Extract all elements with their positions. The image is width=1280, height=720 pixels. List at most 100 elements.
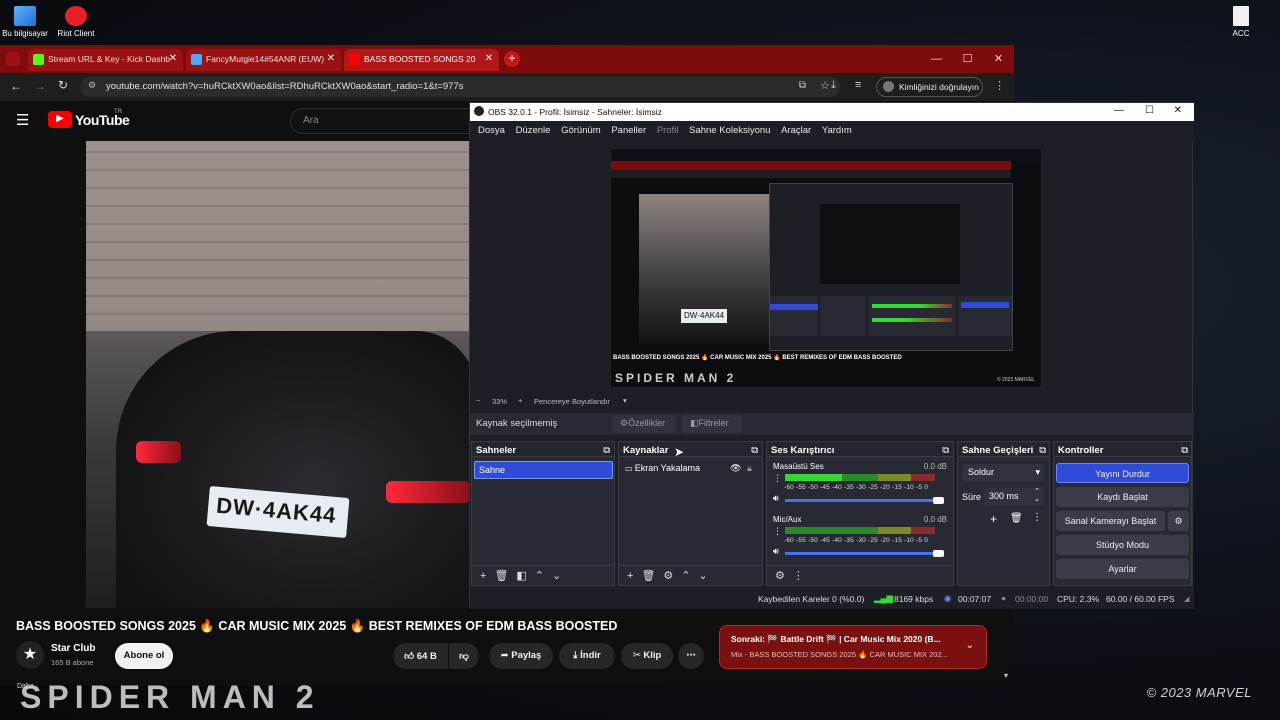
studio-mode-button[interactable]: Stüdyo Modu bbox=[1056, 535, 1189, 555]
more-actions-button[interactable]: ⋯ bbox=[678, 643, 704, 669]
menu-dosya[interactable]: Dosya bbox=[478, 125, 505, 136]
reload-icon[interactable]: ↻ bbox=[58, 78, 68, 92]
eye-icon[interactable]: 👁︎ bbox=[730, 463, 741, 474]
dislike-button[interactable]: 👎︎ bbox=[449, 643, 479, 669]
share-button[interactable]: ➦ Paylaş bbox=[489, 643, 553, 669]
caret-down-icon[interactable]: ▾ bbox=[623, 396, 627, 405]
filters-button[interactable]: ◧Filtreler bbox=[682, 415, 742, 433]
properties-button[interactable]: ⚙Özellikler bbox=[612, 415, 676, 433]
zoom-out-icon[interactable]: − bbox=[476, 396, 480, 405]
start-recording-button[interactable]: Kaydı Başlat bbox=[1056, 487, 1189, 507]
forward-icon[interactable]: → bbox=[34, 79, 46, 93]
add-icon[interactable]: + bbox=[990, 512, 997, 526]
duration-input[interactable]: 300 ms ⌃ ⌄ bbox=[984, 488, 1044, 506]
settings-button[interactable]: Ayarlar bbox=[1056, 559, 1189, 579]
dock-undock-icon[interactable]: ⧉ bbox=[1039, 445, 1046, 456]
move-up-icon[interactable]: ⌃ bbox=[681, 569, 690, 582]
obs-close-button[interactable]: ✕ bbox=[1174, 105, 1182, 116]
tab-youtube[interactable]: BASS BOOSTED SONGS 20 ✕ bbox=[344, 49, 499, 71]
desktop-icon-acc[interactable]: ACC bbox=[1211, 6, 1271, 38]
channel-name[interactable]: Star Club bbox=[51, 643, 95, 654]
install-app-icon[interactable]: ⧉ bbox=[799, 80, 806, 91]
trash-icon[interactable]: 🗑︎ bbox=[641, 569, 655, 582]
resize-grip-icon[interactable]: ◢ bbox=[1184, 595, 1189, 603]
obs-minimize-button[interactable]: — bbox=[1114, 105, 1124, 116]
add-icon[interactable]: + bbox=[627, 570, 633, 582]
mic-volume-knob[interactable] bbox=[933, 550, 944, 557]
menu-yardim[interactable]: Yardım bbox=[822, 125, 852, 136]
filter-icon[interactable]: ◧ bbox=[516, 569, 526, 582]
transition-select[interactable]: Soldur ▾ bbox=[962, 464, 1044, 482]
add-icon[interactable]: + bbox=[480, 570, 486, 582]
maximize-button[interactable]: ☐ bbox=[952, 45, 983, 73]
scrollbar-down-icon[interactable]: ▾ bbox=[1004, 671, 1008, 680]
minimize-button[interactable]: — bbox=[921, 45, 952, 73]
menu-paneller[interactable]: Paneller bbox=[611, 125, 646, 136]
stepper-icon[interactable]: ⌃ ⌄ bbox=[1034, 488, 1040, 504]
clip-button[interactable]: ✂ Klip bbox=[621, 643, 673, 669]
dock-undock-icon[interactable]: ⧉ bbox=[1181, 445, 1188, 456]
dock-undock-icon[interactable]: ⧉ bbox=[603, 445, 610, 456]
source-item-screen-capture[interactable]: ▭ Ekran Yakalama 👁︎ 🔒︎ bbox=[625, 463, 760, 479]
lock-icon[interactable]: 🔒︎ bbox=[747, 463, 752, 474]
speaker-icon[interactable]: 🔊︎ bbox=[773, 546, 779, 557]
video-player[interactable]: DW·4AK44 bbox=[86, 141, 470, 608]
move-up-icon[interactable]: ⌃ bbox=[535, 569, 544, 582]
menu-duzenle[interactable]: Düzenle bbox=[516, 125, 551, 136]
dock-undock-icon[interactable]: ⧉ bbox=[751, 445, 758, 456]
close-tab-icon[interactable]: ✕ bbox=[169, 53, 177, 64]
download-button[interactable]: ⤓ İndir bbox=[559, 643, 615, 669]
speaker-icon[interactable]: 🔊︎ bbox=[773, 493, 779, 504]
mixer-menu-icon[interactable]: ⋮ bbox=[773, 473, 782, 484]
hamburger-menu-icon[interactable]: ☰ bbox=[16, 111, 29, 129]
url-input[interactable]: ⚙ youtube.com/watch?v=huRCktXW0ao&list=R… bbox=[80, 77, 840, 97]
desktop-audio-volume-slider[interactable] bbox=[785, 499, 941, 502]
menu-sahne-koleksiyonu[interactable]: Sahne Koleksiyonu bbox=[689, 125, 770, 136]
menu-araclar[interactable]: Araçlar bbox=[781, 125, 811, 136]
profile-button[interactable]: Kimliğinizi doğrulayın bbox=[876, 77, 983, 97]
trash-icon[interactable]: 🗑︎ bbox=[1010, 513, 1023, 524]
start-virtual-camera-button[interactable]: Sanal Kamerayı Başlat bbox=[1056, 511, 1165, 531]
dock-undock-icon[interactable]: ⧉ bbox=[942, 445, 949, 456]
mic-volume-slider[interactable] bbox=[785, 552, 941, 555]
new-tab-button[interactable]: + bbox=[504, 51, 520, 67]
tab-kick[interactable]: Stream URL & Key - Kick Dashb ✕ bbox=[28, 49, 183, 71]
advanced-audio-icon[interactable]: ⚙ bbox=[775, 569, 785, 582]
close-window-button[interactable]: ✕ bbox=[983, 45, 1014, 73]
mixer-menu-icon[interactable]: ⋮ bbox=[773, 526, 782, 537]
back-icon[interactable]: ← bbox=[10, 79, 22, 93]
transition-options-icon[interactable]: ⋮ bbox=[1032, 512, 1042, 523]
menu-kebab-icon[interactable]: ⋮ bbox=[994, 79, 1005, 92]
mixer-options-icon[interactable]: ⋮ bbox=[793, 569, 804, 582]
up-next-card[interactable]: Sonraki: 🏁 Battle Drift 🏁 | Car Music Mi… bbox=[719, 625, 987, 669]
menu-profil[interactable]: Profil bbox=[657, 125, 679, 136]
trash-icon[interactable]: 🗑︎ bbox=[494, 569, 508, 582]
search-input[interactable]: Ara bbox=[290, 108, 470, 134]
close-tab-icon[interactable]: ✕ bbox=[485, 53, 493, 64]
tab-search-icon[interactable] bbox=[6, 52, 20, 66]
fit-to-window-label[interactable]: Pencereye Boyutlandır bbox=[534, 397, 610, 406]
youtube-logo-icon[interactable]: ▶ bbox=[48, 111, 72, 128]
zoom-in-icon[interactable]: + bbox=[518, 396, 522, 405]
desktop-icon-riot-client[interactable]: Riot Client bbox=[46, 6, 106, 38]
desktop-audio-volume-knob[interactable] bbox=[933, 497, 944, 504]
chevron-down-icon[interactable]: ⌄ bbox=[966, 640, 974, 651]
move-down-icon[interactable]: ⌄ bbox=[552, 569, 561, 582]
bookmark-star-icon[interactable]: ☆ bbox=[820, 79, 830, 92]
scene-item-sahne[interactable]: Sahne bbox=[474, 461, 613, 479]
move-down-icon[interactable]: ⌄ bbox=[699, 569, 708, 582]
like-button[interactable]: 👍︎ 64 B bbox=[393, 643, 448, 669]
obs-maximize-button[interactable]: ☐ bbox=[1145, 105, 1154, 116]
close-tab-icon[interactable]: ✕ bbox=[327, 53, 335, 64]
subscribe-button[interactable]: Abone ol bbox=[115, 643, 173, 669]
stop-streaming-button[interactable]: Yayını Durdur bbox=[1056, 463, 1189, 483]
virtual-camera-settings-button[interactable]: ⚙ bbox=[1168, 511, 1189, 531]
menu-gorunum[interactable]: Görünüm bbox=[561, 125, 601, 136]
media-control-icon[interactable]: ≡ bbox=[855, 79, 861, 91]
site-info-icon[interactable]: ⚙ bbox=[88, 80, 96, 91]
gear-icon[interactable]: ⚙ bbox=[663, 569, 673, 582]
download-icon[interactable]: ⤓ bbox=[831, 79, 836, 92]
channel-avatar[interactable]: ★ bbox=[16, 641, 44, 669]
tab-opgg[interactable]: FancyMutgie14#54ANR (EUW) ✕ bbox=[186, 49, 341, 71]
obs-preview[interactable]: DW·4AK44 BASS BOOSTED SONGS 2025 🔥 CAR M… bbox=[610, 148, 1042, 388]
